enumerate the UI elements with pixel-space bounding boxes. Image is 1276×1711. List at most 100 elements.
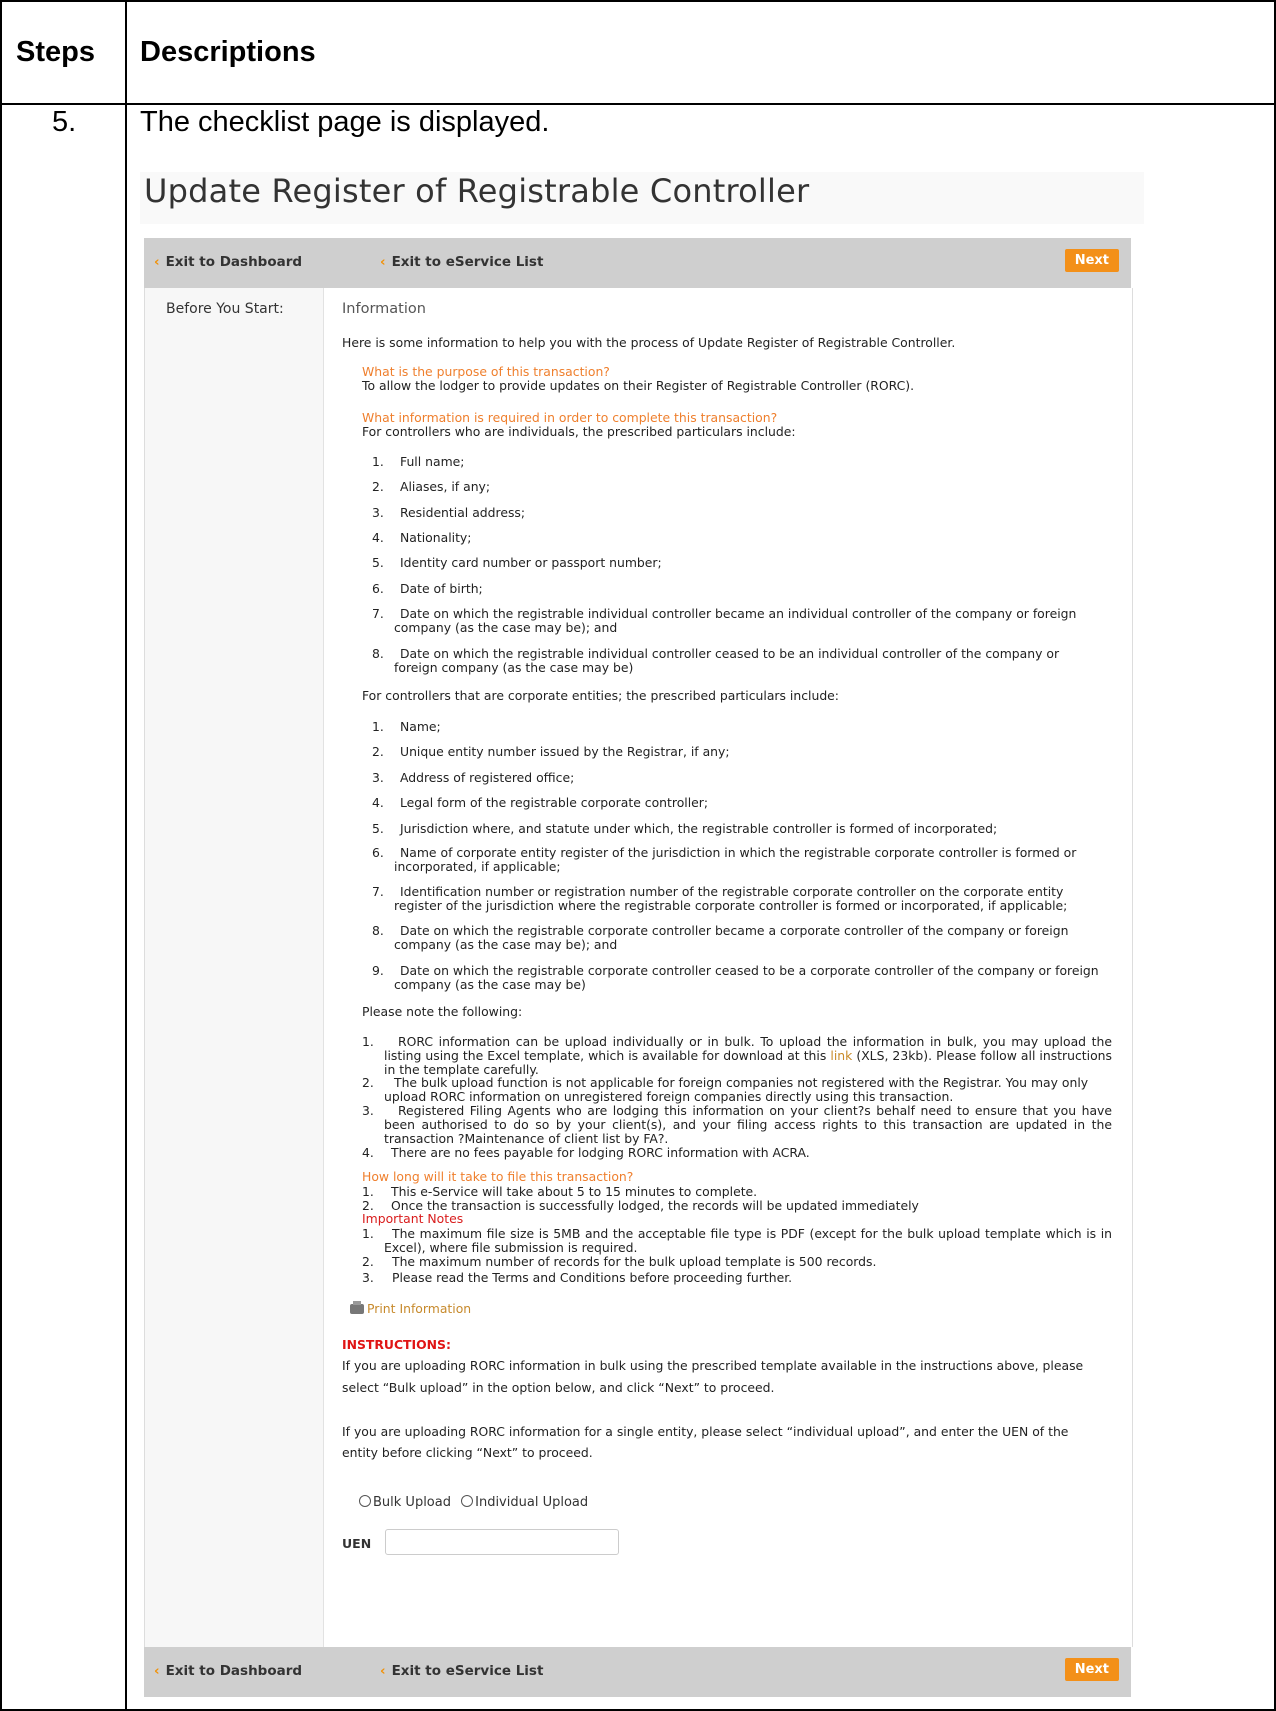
exit-eservice-label: Exit to eService List [391, 1663, 544, 1679]
list-text-continued: company (as the case may be) [394, 977, 586, 992]
list-text-continued: company (as the case may be); and [394, 937, 618, 952]
next-button-bottom[interactable]: Next [1064, 1658, 1119, 1681]
note-number: 3. [362, 1270, 374, 1285]
individual-upload-option[interactable]: Individual Upload [461, 1495, 588, 1510]
list-number: 7. [372, 884, 384, 899]
individual-upload-label: Individual Upload [475, 1495, 589, 1510]
instructions-heading: INSTRUCTIONS: [342, 1337, 451, 1352]
uen-input[interactable] [385, 1529, 619, 1555]
list-number: 5. [372, 821, 384, 836]
list-item: 6. Date of birth; [372, 581, 483, 596]
information-question: What information is required in order to… [362, 410, 778, 425]
list-text: Date on which the registrable individual… [400, 606, 1077, 621]
individual-upload-radio[interactable] [461, 1495, 474, 1507]
exit-eservice-label: Exit to eService List [391, 254, 544, 270]
left-column: Before You Start: [145, 288, 324, 1647]
list-number: 7. [372, 606, 384, 621]
note-text: There are no fees payable for lodging RO… [391, 1145, 810, 1160]
exit-dashboard-link-bottom[interactable]: ‹ Exit to Dashboard [154, 1663, 302, 1679]
individuals-intro: For controllers who are individuals, the… [362, 424, 796, 439]
chevron-left-icon: ‹ [380, 1663, 386, 1679]
intro-text: Here is some information to help you wit… [342, 335, 956, 350]
step-number: 5. [52, 106, 77, 138]
list-number: 8. [372, 646, 384, 661]
exit-eservice-link-top[interactable]: ‹ Exit to eService List [380, 254, 543, 270]
note-number: 4. [362, 1145, 374, 1160]
list-text: Full name; [400, 454, 465, 469]
list-text: Identification number or registration nu… [400, 884, 1064, 899]
list-item: 4. Nationality; [372, 530, 471, 545]
list-text-continued: incorporated, if applicable; [394, 859, 561, 874]
note-number: 1. [362, 1226, 374, 1241]
note-number: 2. [362, 1254, 374, 1269]
exit-dashboard-link-top[interactable]: ‹ Exit to Dashboard [154, 254, 302, 270]
bulk-upload-radio[interactable] [359, 1495, 371, 1507]
list-number: 4. [372, 530, 384, 545]
list-text: Identity card number or passport number; [400, 555, 662, 570]
print-information-link[interactable]: Print Information [350, 1301, 471, 1316]
list-number: 1. [372, 454, 384, 469]
list-number: 2. [372, 479, 384, 494]
descriptions-column-header: Descriptions [140, 36, 316, 68]
exit-eservice-link-bottom[interactable]: ‹ Exit to eService List [380, 1663, 543, 1679]
list-text: Legal form of the registrable corporate … [400, 795, 709, 810]
page-title: Update Register of Registrable Controlle… [144, 172, 810, 210]
column-divider [125, 0, 127, 1711]
header-divider [0, 103, 1276, 105]
chevron-left-icon: ‹ [380, 254, 386, 270]
list-text: Nationality; [400, 530, 472, 545]
list-text: Aliases, if any; [400, 479, 491, 494]
list-item: 6. Name of corporate entity register of t… [372, 845, 1076, 860]
list-item: 8. Date on which the registrable individu… [372, 646, 1059, 661]
instructions-bulk-line1: If you are uploading RORC information in… [342, 1358, 1084, 1373]
list-text: Address of registered office; [400, 770, 575, 785]
list-text: Date on which the registrable individual… [400, 646, 1060, 661]
note-text: The maximum number of records for the bu… [392, 1254, 877, 1269]
list-number: 6. [372, 845, 384, 860]
next-button-top[interactable]: Next [1064, 249, 1119, 272]
list-text: Name; [400, 719, 441, 734]
instructions-bulk-line2: select “Bulk upload” in the option below… [342, 1380, 775, 1395]
top-navbar: ‹ Exit to Dashboard ‹ Exit to eService Lis… [144, 238, 1131, 288]
chevron-left-icon: ‹ [154, 254, 160, 270]
chevron-left-icon: ‹ [154, 1663, 160, 1679]
list-number: 3. [372, 770, 384, 785]
list-item: 7. Identification number or registration … [372, 884, 1063, 899]
instructions-individual-line2: entity before clicking “Next” to proceed… [342, 1445, 593, 1460]
information-heading: Information [342, 301, 426, 317]
printer-icon [350, 1301, 364, 1314]
document-page: Steps Descriptions 5. The checklist page… [0, 0, 1276, 1711]
list-item: 5. Jurisdiction where, and statute under … [372, 821, 997, 836]
list-number: 6. [372, 581, 384, 596]
note-text: Registered Filing Agents who are lodging… [384, 1103, 1112, 1146]
list-item: 5. Identity card number or passport numbe… [372, 555, 662, 570]
list-item: 4. Legal form of the registrable corporat… [372, 795, 708, 810]
list-text: Date of birth; [400, 581, 483, 596]
upload-type-options: Bulk Upload Individual Upload [359, 1495, 588, 1510]
list-text: Date on which the registrable corporate … [400, 963, 1099, 978]
list-text: Jurisdiction where, and statute under wh… [400, 821, 998, 836]
list-number: 1. [372, 719, 384, 734]
list-number: 9. [372, 963, 384, 978]
list-item: 3. Address of registered office; [372, 770, 574, 785]
template-download-link[interactable]: link [830, 1048, 852, 1063]
purpose-answer: To allow the lodger to provide updates o… [362, 378, 915, 393]
bulk-upload-option[interactable]: Bulk Upload [359, 1495, 451, 1510]
list-number: 1. [362, 1184, 374, 1199]
bulk-upload-label: Bulk Upload [373, 1495, 451, 1510]
list-text: Residential address; [400, 505, 526, 520]
list-item: 1. This e-Service will take about 5 to 15… [362, 1185, 757, 1199]
duration-question: How long will it take to file this trans… [362, 1169, 634, 1184]
embedded-screenshot: Update Register of Registrable Controlle… [140, 172, 1144, 1702]
list-number: 5. [372, 555, 384, 570]
corporate-intro: For controllers that are corporate entit… [362, 688, 839, 703]
note-intro: Please note the following: [362, 1004, 523, 1019]
list-item: 2. Unique entity number issued by the Reg… [372, 744, 730, 759]
list-item: 3. Residential address; [372, 505, 525, 520]
list-number: 4. [372, 795, 384, 810]
list-item: 1. Full name; [372, 454, 464, 469]
bottom-navbar: ‹ Exit to Dashboard ‹ Exit to eService Lis… [144, 1647, 1131, 1697]
important-notes-heading: Important Notes [362, 1211, 464, 1226]
list-number: 8. [372, 923, 384, 938]
instructions-individual-line1: If you are uploading RORC information fo… [342, 1424, 1069, 1439]
